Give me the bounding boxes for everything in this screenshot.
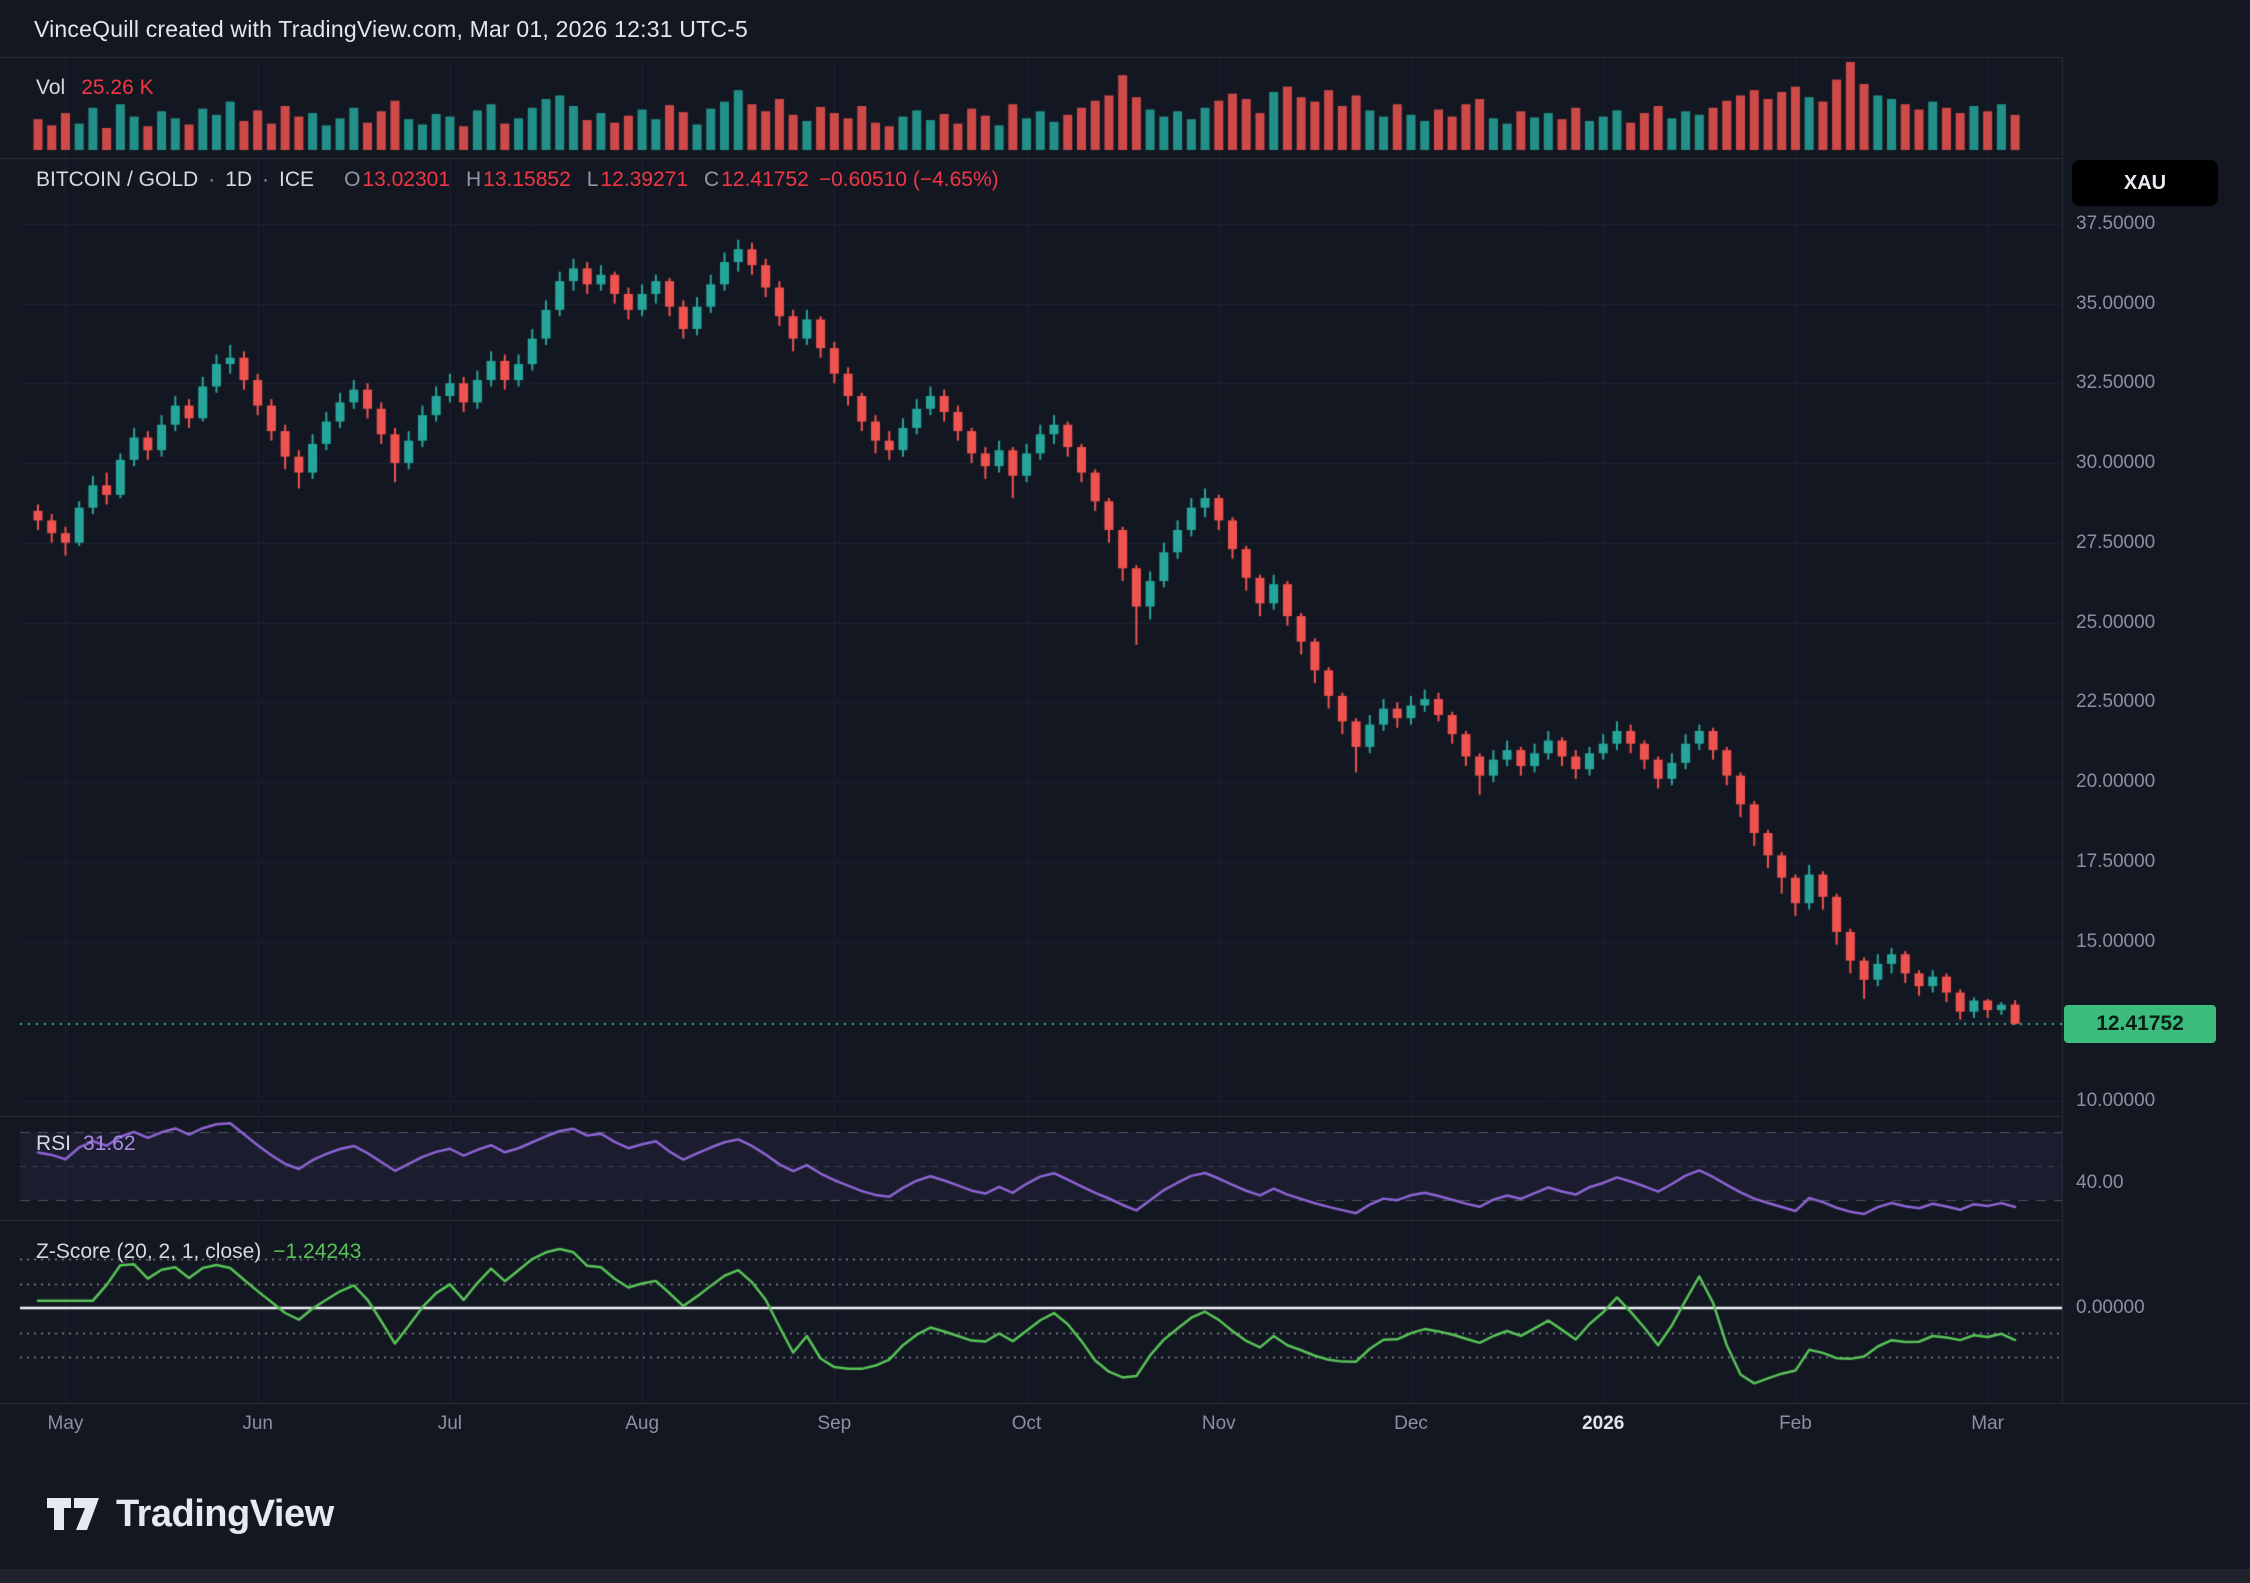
legend-separator: · [208,168,215,192]
price-axis-label: 35.00000 [2076,293,2155,315]
price-axis-label: 25.00000 [2076,612,2155,634]
volume-legend[interactable]: Vol 25.26 K [36,76,154,100]
price-axis-label: 17.50000 [2076,851,2155,873]
ohlc-close: C12.41752 [698,168,809,192]
zscore-axis-label: 0.00000 [2076,1297,2145,1319]
volume-value: 25.26 K [81,76,153,100]
tradingview-brand: TradingView [116,1493,334,1536]
price-axis-label: 10.00000 [2076,1090,2155,1112]
time-axis-label: 2026 [1582,1413,1624,1435]
price-axis-label: 27.50000 [2076,532,2155,554]
price-axis-label: 32.50000 [2076,372,2155,394]
ohlc-high: H13.15852 [460,168,571,192]
tradingview-logo-icon [46,1491,100,1537]
time-axis-label: Oct [1012,1413,1042,1435]
price-axis-label: 30.00000 [2076,452,2155,474]
watermark-header: VinceQuill created with TradingView.com,… [34,16,748,43]
symbol-legend[interactable]: BITCOIN / GOLD · 1D · ICE O13.02301 H13.… [36,168,999,192]
rsi-legend[interactable]: RSI 31.62 [36,1132,136,1156]
currency-button[interactable]: XAU [2072,160,2218,206]
price-axis-label: 37.50000 [2076,213,2155,235]
time-axis-label: Feb [1779,1413,1812,1435]
footer: TradingView [0,1449,2250,1569]
time-axis-label: Nov [1202,1413,1236,1435]
ohlc-change: −0.60510 (−4.65%) [819,168,999,192]
volume-label: Vol [36,76,65,100]
rsi-value: 31.62 [83,1132,136,1156]
symbol-exchange: ICE [279,168,314,192]
last-price-tag: 12.41752 [2064,1005,2216,1043]
ohlc-low: L12.39271 [581,168,688,192]
symbol-interval: 1D [225,168,252,192]
time-axis-label: Mar [1971,1413,2004,1435]
ohlc-open-value: 13.02301 [362,168,450,191]
ohlc-low-key: L [587,168,599,191]
time-axis-label: Sep [817,1413,851,1435]
ohlc-open: O13.02301 [338,168,450,192]
ohlc-close-key: C [704,168,719,191]
ohlc-high-value: 13.15852 [483,168,571,191]
rsi-axis-label: 40.00 [2076,1172,2124,1194]
ohlc-high-key: H [466,168,481,191]
chart-canvas[interactable] [0,0,2250,1583]
time-axis-label: Jul [438,1413,462,1435]
time-axis-label: Aug [625,1413,659,1435]
ohlc-open-key: O [344,168,360,191]
time-axis-label: Dec [1394,1413,1428,1435]
time-axis-label: Jun [242,1413,273,1435]
time-scale[interactable]: May Jun Jul Aug Sep Oct Nov Dec 2026 Feb Mar [0,1403,2250,1449]
ohlc-close-value: 12.41752 [721,168,809,191]
bottom-strip [0,1569,2250,1583]
ohlc-low-value: 12.39271 [600,168,688,191]
symbol-name: BITCOIN / GOLD [36,168,198,192]
zscore-value: −1.24243 [273,1240,361,1264]
price-scale[interactable]: XAU 37.50000 35.00000 32.50000 30.00000 27.5… [2062,57,2250,1403]
time-axis-label: May [48,1413,84,1435]
legend-separator: · [262,168,269,192]
tradingview-logo[interactable]: TradingView [46,1491,334,1537]
rsi-label: RSI [36,1132,71,1156]
price-axis-label: 20.00000 [2076,771,2155,793]
zscore-label: Z-Score (20, 2, 1, close) [36,1240,261,1264]
price-axis-label: 22.50000 [2076,691,2155,713]
price-axis-label: 15.00000 [2076,931,2155,953]
zscore-legend[interactable]: Z-Score (20, 2, 1, close) −1.24243 [36,1240,361,1264]
